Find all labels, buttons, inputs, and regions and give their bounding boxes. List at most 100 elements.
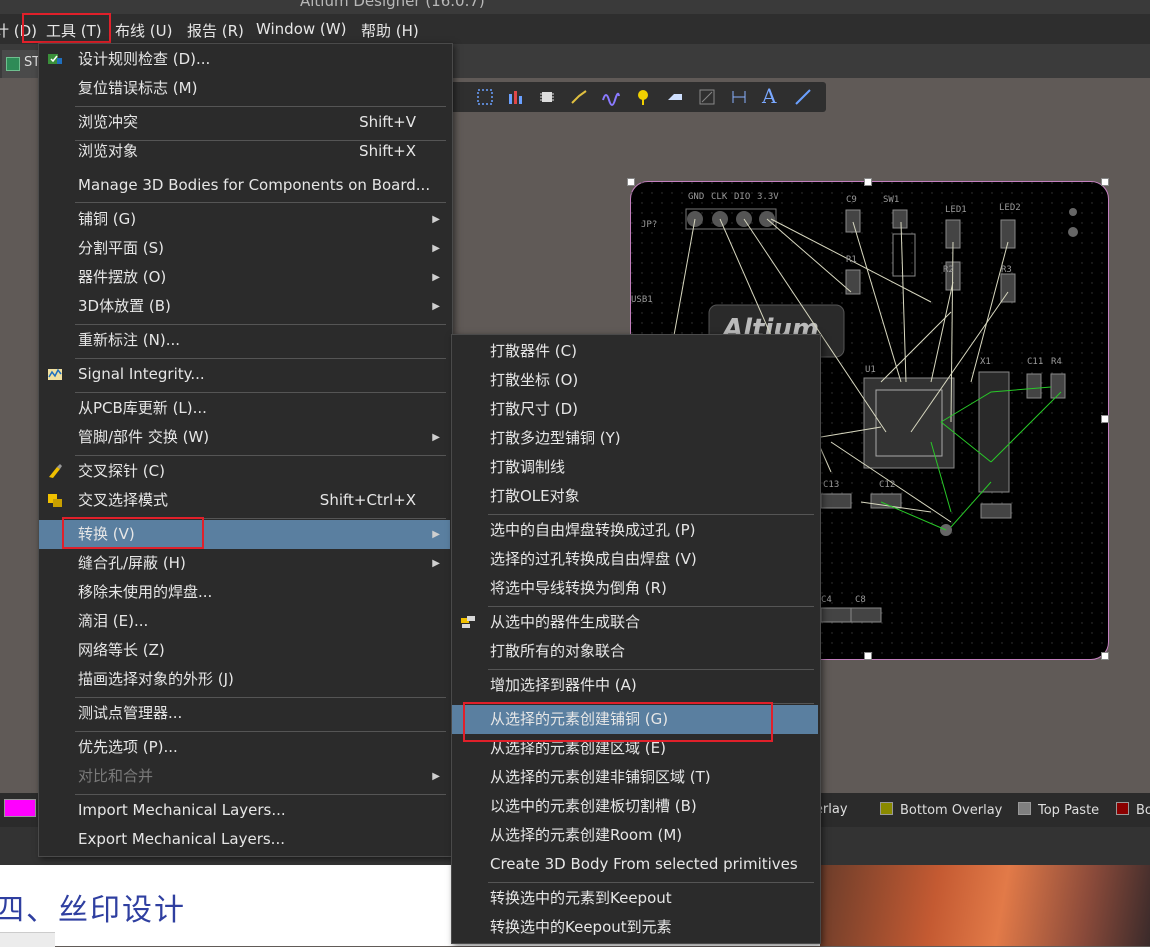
menu-reports[interactable]: 报告 (R) xyxy=(187,20,244,41)
header-label-gnd: GND xyxy=(688,192,704,202)
layer-tab[interactable]: Top Paste xyxy=(1018,802,1099,818)
selection-handle[interactable] xyxy=(864,652,872,660)
menu-item-label: 浏览冲突 xyxy=(78,113,139,131)
route-icon[interactable] xyxy=(570,88,588,106)
menu-item[interactable]: 转换选中的Keepout到元素 xyxy=(452,913,818,942)
refdes-c11: C11 xyxy=(1027,357,1043,367)
menu-item[interactable]: 管脚/部件 交换 (W) ▶ xyxy=(39,423,450,452)
menu-item[interactable]: 打散OLE对象 xyxy=(452,482,818,511)
menu-item[interactable]: 以选中的元素创建板切割槽 (B) xyxy=(452,792,818,821)
menu-item[interactable]: 打散器件 (C) xyxy=(452,337,818,366)
menu-item-label: 3D体放置 (B) xyxy=(78,297,171,315)
text-icon[interactable]: A xyxy=(762,84,780,108)
menu-item[interactable]: Manage 3D Bodies for Components on Board… xyxy=(39,171,450,200)
menu-item-label: 选中的自由焊盘转换成过孔 (P) xyxy=(490,521,696,539)
align-icon[interactable] xyxy=(506,88,524,106)
menu-item-label: 复位错误标志 (M) xyxy=(78,79,198,97)
menu-route[interactable]: 布线 (U) xyxy=(115,20,172,41)
select-rect-icon[interactable] xyxy=(476,88,494,106)
menu-separator xyxy=(75,794,446,795)
line-icon[interactable] xyxy=(794,88,812,106)
dimension-icon[interactable] xyxy=(730,88,748,106)
menu-item[interactable]: 浏览冲突 Shift+V xyxy=(39,108,450,137)
menu-item-shortcut: Shift+X xyxy=(359,142,416,160)
menu-item[interactable]: 从选择的元素创建Room (M) xyxy=(452,821,818,850)
menu-item[interactable]: 打散多边型铺铜 (Y) xyxy=(452,424,818,453)
interactive-length-icon[interactable] xyxy=(602,88,620,106)
menu-item-label: 转换选中的元素到Keepout xyxy=(490,889,672,907)
menu-item[interactable]: 铺铜 (G) ▶ xyxy=(39,205,450,234)
refdes-r2: R2 xyxy=(943,265,954,275)
layer-tab[interactable]: Bottom Overlay xyxy=(880,802,1002,818)
menu-item[interactable]: 移除未使用的焊盘... xyxy=(39,578,450,607)
selection-handle[interactable] xyxy=(627,178,635,186)
refdes-led2: LED2 xyxy=(999,203,1021,213)
menu-item[interactable]: 测试点管理器... xyxy=(39,699,450,728)
polygon-pour-icon[interactable] xyxy=(666,88,684,106)
menu-item[interactable]: 浏览对象 Shift+X xyxy=(39,137,450,166)
menu-separator xyxy=(75,324,446,325)
menu-item[interactable]: 3D体放置 (B) ▶ xyxy=(39,292,450,321)
menu-item[interactable]: 网络等长 (Z) xyxy=(39,636,450,665)
menu-item[interactable]: Import Mechanical Layers... xyxy=(39,796,450,825)
menu-item[interactable]: 从PCB库更新 (L)... xyxy=(39,394,450,423)
keepout-icon[interactable] xyxy=(698,88,716,106)
menu-separator xyxy=(75,392,446,393)
menu-separator xyxy=(488,606,814,607)
menu-window[interactable]: Window (W) xyxy=(256,20,346,38)
menu-item[interactable]: Create 3D Body From selected primitives xyxy=(452,850,818,879)
window-title: Altium Designer (16.0.7) xyxy=(300,0,485,10)
refdes-r3: R3 xyxy=(1001,265,1012,275)
menu-item[interactable]: 打散调制线 xyxy=(452,453,818,482)
selection-handle[interactable] xyxy=(864,178,872,186)
menu-item[interactable]: Export Mechanical Layers... xyxy=(39,825,450,854)
menu-item-label: 打散坐标 (O) xyxy=(490,371,579,389)
menu-item[interactable]: 交叉选择模式 Shift+Ctrl+X xyxy=(39,486,450,515)
menu-item-label: 描画选择对象的外形 (J) xyxy=(78,670,234,688)
menu-item[interactable]: 缝合孔/屏蔽 (H) ▶ xyxy=(39,549,450,578)
menu-item-label: 重新标注 (N)... xyxy=(78,331,180,349)
menu-item[interactable]: 从选中的器件生成联合 xyxy=(452,608,818,637)
menu-separator xyxy=(75,140,446,141)
menu-item-label: 铺铜 (G) xyxy=(78,210,137,228)
menu-item-shortcut: Shift+Ctrl+X xyxy=(319,491,416,509)
layer-tab[interactable]: Bo xyxy=(1116,802,1150,818)
menu-item[interactable]: 描画选择对象的外形 (J) xyxy=(39,665,450,694)
menu-item-label: 增加选择到器件中 (A) xyxy=(490,676,637,694)
menu-item[interactable]: 滴泪 (E)... xyxy=(39,607,450,636)
layer-color-swatch xyxy=(4,799,36,817)
menu-help[interactable]: 帮助 (H) xyxy=(361,20,419,41)
via-icon[interactable] xyxy=(634,88,652,106)
menu-item[interactable]: 器件摆放 (O) ▶ xyxy=(39,263,450,292)
convert-submenu: 打散器件 (C) 打散坐标 (O) 打散尺寸 (D) 打散多边型铺铜 (Y) 打散调制线… xyxy=(451,334,821,944)
menu-item[interactable]: 打散所有的对象联合 xyxy=(452,637,818,666)
menu-item[interactable]: 优先选项 (P)... xyxy=(39,733,450,762)
menu-item[interactable]: 转换选中的元素到Keepout xyxy=(452,884,818,913)
menu-item[interactable]: 复位错误标志 (M) xyxy=(39,74,450,103)
menu-item-label: 优先选项 (P)... xyxy=(78,738,178,756)
menu-item[interactable]: 设计规则检查 (D)... xyxy=(39,45,450,74)
menu-item[interactable]: 交叉探针 (C) xyxy=(39,457,450,486)
menu-item[interactable]: 打散坐标 (O) xyxy=(452,366,818,395)
menu-item[interactable]: 选择的过孔转换成自由焊盘 (V) xyxy=(452,545,818,574)
menu-item[interactable]: 打散尺寸 (D) xyxy=(452,395,818,424)
refdes-c9: C9 xyxy=(846,195,857,205)
menu-item[interactable]: Signal Integrity... xyxy=(39,360,450,389)
menu-item[interactable]: 选中的自由焊盘转换成过孔 (P) xyxy=(452,516,818,545)
menu-item-label: 打散尺寸 (D) xyxy=(490,400,579,418)
menu-item[interactable]: 从选择的元素创建非铺铜区域 (T) xyxy=(452,763,818,792)
header-label-clk: CLK xyxy=(711,192,728,202)
menu-item[interactable]: 增加选择到器件中 (A) xyxy=(452,671,818,700)
component-icon[interactable] xyxy=(538,88,556,106)
selection-handle[interactable] xyxy=(1101,652,1109,660)
selection-handle[interactable] xyxy=(1101,178,1109,186)
layer-color-swatch xyxy=(880,802,893,815)
document-tab[interactable]: ST xyxy=(2,50,42,78)
menu-item[interactable]: 将选中导线转换为倒角 (R) xyxy=(452,574,818,603)
doc-footer-control[interactable] xyxy=(0,932,55,947)
menu-item-label: 以选中的元素创建板切割槽 (B) xyxy=(490,797,697,815)
menu-item[interactable]: 分割平面 (S) ▶ xyxy=(39,234,450,263)
menu-item[interactable]: 重新标注 (N)... xyxy=(39,326,450,355)
refdes-sw1: SW1 xyxy=(883,195,899,205)
selection-handle[interactable] xyxy=(1101,415,1109,423)
